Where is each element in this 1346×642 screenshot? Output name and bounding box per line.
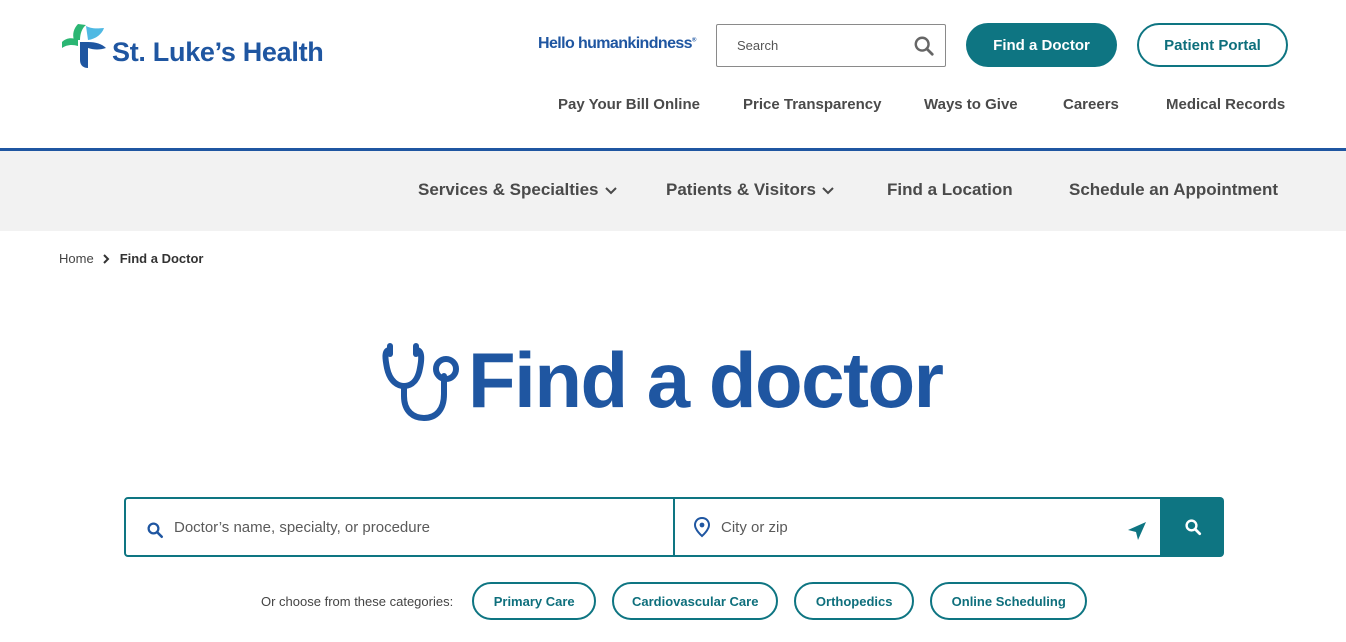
cross-logo-icon [62,24,106,68]
stethoscope-icon [382,343,459,422]
nav-item-label: Patients & Visitors [666,180,816,199]
hero-heading: Find a doctor [382,336,944,424]
location-pin-icon [693,516,710,538]
current-location-icon[interactable] [1126,520,1148,542]
tagline-text: Hello humankindness [538,35,693,52]
location-search-input[interactable] [720,518,1127,536]
utility-link-careers[interactable]: Careers [1063,96,1119,113]
category-chip-online-scheduling[interactable]: Online Scheduling [930,582,1088,620]
find-a-doctor-button[interactable]: Find a Doctor [966,23,1117,67]
category-chip-primary-care[interactable]: Primary Care [472,582,597,620]
nav-item-label: Services & Specialties [418,180,599,199]
chevron-down-icon [822,187,834,195]
doctor-search-submit-button[interactable] [1162,497,1224,557]
nav-item-label: Find a Location [887,180,1013,199]
brand-name: St. Luke’s Health [112,36,324,67]
patient-portal-button[interactable]: Patient Portal [1137,23,1288,67]
utility-link-medical-records[interactable]: Medical Records [1166,96,1285,113]
doctor-search-field [124,497,675,557]
nav-item-find-location[interactable]: Find a Location [887,180,1013,200]
chevron-right-icon [102,253,110,264]
search-icon [147,522,164,539]
category-chips: Or choose from these categories: Primary… [261,582,1103,620]
search-icon [1185,519,1202,536]
page-title: Find a doctor [468,336,944,424]
breadcrumb: Home Find a Doctor [59,251,203,266]
category-chip-cardiovascular-care[interactable]: Cardiovascular Care [612,582,779,620]
breadcrumb-home[interactable]: Home [59,251,94,266]
nav-item-services[interactable]: Services & Specialties [418,180,617,200]
chevron-down-icon [604,187,617,195]
search-icon[interactable] [913,35,935,57]
utility-link-price-transparency[interactable]: Price Transparency [743,96,881,113]
utility-link-ways-to-give[interactable]: Ways to Give [924,96,1018,113]
doctor-search-input[interactable] [174,518,673,536]
doctor-search-form [124,497,1224,557]
main-nav: Services & Specialties Patients & Visito… [0,148,1346,231]
site-search-input[interactable] [737,38,913,53]
utility-link-pay-bill[interactable]: Pay Your Bill Online [558,96,700,113]
breadcrumb-current: Find a Doctor [119,251,204,266]
nav-item-patients-visitors[interactable]: Patients & Visitors [666,180,834,200]
brand-tagline: Hello humankindness® [538,35,696,53]
utility-nav: Pay Your Bill Online Price Transparency … [0,96,1346,116]
nav-item-label: Schedule an Appointment [1069,180,1279,199]
category-chip-orthopedics[interactable]: Orthopedics [794,582,915,620]
categories-label: Or choose from these categories: [261,593,454,609]
nav-item-schedule-appointment[interactable]: Schedule an Appointment [1069,180,1278,200]
location-search-field [674,497,1163,557]
tagline-mark: ® [691,37,696,44]
site-search [716,24,946,67]
site-logo[interactable]: St. Luke’s Health [60,22,324,70]
